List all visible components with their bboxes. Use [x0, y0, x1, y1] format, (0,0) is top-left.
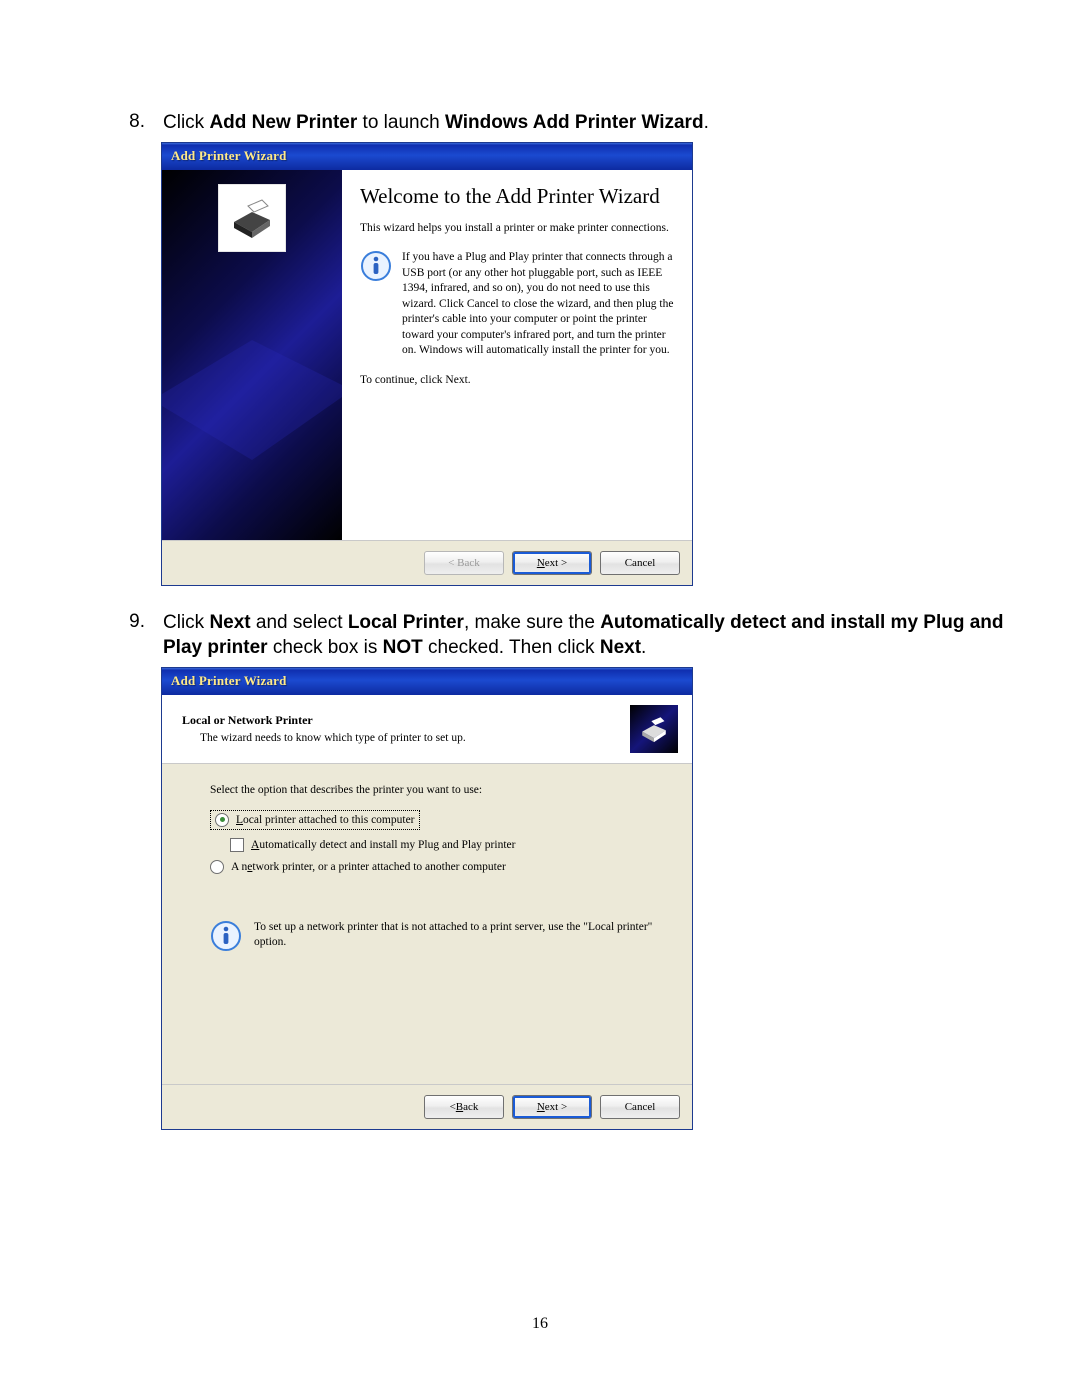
option-network-printer[interactable]: A network printer, or a printer attached… [210, 860, 660, 874]
wizard-page-subtitle: The wizard needs to know which type of p… [182, 732, 466, 744]
info-icon [210, 920, 242, 952]
wizard-description: This wizard helps you install a printer … [360, 221, 674, 237]
button-bar: < Back Next > Cancel [162, 1084, 692, 1129]
dialog-add-printer-local-network: Add Printer Wizard Local or Network Prin… [161, 667, 693, 1130]
page-number: 16 [0, 1315, 1080, 1333]
step-8: 8. Click Add New Printer to launch Windo… [0, 110, 1080, 136]
button-bar: < Back Next > Cancel [162, 540, 692, 585]
step-number: 9. [115, 610, 145, 633]
back-button[interactable]: < Back [424, 1095, 504, 1119]
option-auto-detect[interactable]: Automatically detect and install my Plug… [230, 838, 660, 852]
window-title: Add Printer Wizard [162, 668, 692, 695]
wizard-page-title: Local or Network Printer [182, 713, 466, 728]
radio-icon [210, 860, 224, 874]
next-button[interactable]: Next > [512, 1095, 592, 1119]
printer-icon [218, 184, 286, 252]
info-icon [360, 250, 392, 282]
window-title: Add Printer Wizard [162, 143, 692, 170]
wizard-heading: Welcome to the Add Printer Wizard [360, 184, 674, 209]
wizard-info-text: To set up a network printer that is not … [254, 920, 660, 951]
cancel-button[interactable]: Cancel [600, 1095, 680, 1119]
option-local-printer[interactable]: Local printer attached to this computer [210, 810, 420, 830]
printer-icon [630, 705, 678, 753]
cancel-button[interactable]: Cancel [600, 551, 680, 575]
wizard-continue-text: To continue, click Next. [360, 373, 674, 389]
step-text: Click Next and select Local Printer, mak… [163, 610, 1020, 661]
select-option-label: Select the option that describes the pri… [210, 784, 660, 796]
back-button: < Back [424, 551, 504, 575]
radio-icon [215, 813, 229, 827]
wizard-info-text: If you have a Plug and Play printer that… [402, 250, 674, 359]
step-number: 8. [115, 110, 145, 133]
wizard-header-strip: Local or Network Printer The wizard need… [162, 695, 692, 764]
dialog-add-printer-welcome: Add Printer Wizard Welcome to the Add Pr… [161, 142, 693, 586]
wizard-side-art [162, 170, 342, 540]
step-text: Click Add New Printer to launch Windows … [163, 110, 1020, 136]
checkbox-icon [230, 838, 244, 852]
step-9: 9. Click Next and select Local Printer, … [0, 610, 1080, 661]
next-button[interactable]: Next > [512, 551, 592, 575]
